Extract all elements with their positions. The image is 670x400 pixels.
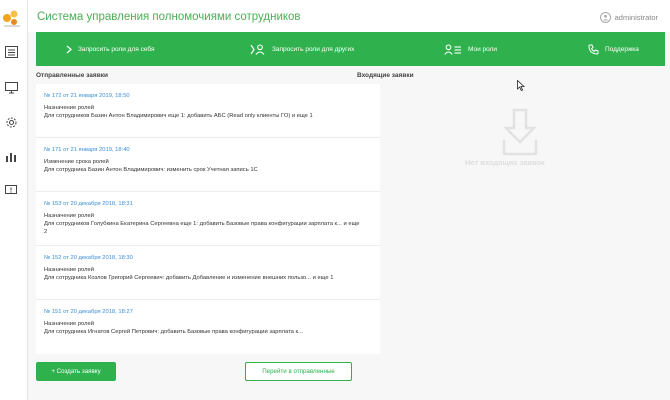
request-roles-others-button[interactable]: Запросить роли для других — [250, 32, 354, 66]
request-type: Назначение ролей — [44, 105, 94, 111]
list-item: № 152 от 20 декабря 2018, 18:30 Назначен… — [36, 246, 380, 300]
download-tray-icon — [502, 108, 538, 161]
request-link[interactable]: № 171 от 21 января 2019, 18:40 — [44, 147, 130, 153]
request-description: Для сотрудника Игнатов Сергей Петрович: … — [44, 329, 303, 335]
request-link[interactable]: № 172 от 21 января 2019, 18:50 — [44, 93, 130, 99]
mouse-cursor-icon — [517, 78, 526, 96]
my-roles-button[interactable]: Мои роли — [444, 32, 497, 66]
nav-label: Запросить роли для себя — [78, 45, 155, 53]
sent-requests-list: № 172 от 21 января 2019, 18:50 Назначени… — [36, 84, 380, 354]
sidebar — [0, 0, 28, 400]
create-request-button[interactable]: + Создать заявку — [36, 362, 116, 381]
monitor-icon[interactable] — [3, 80, 19, 96]
documents-icon[interactable] — [3, 44, 19, 60]
list-item: № 172 от 21 января 2019, 18:50 Назначени… — [36, 84, 380, 138]
incoming-empty-text: Нет входящих заявок — [465, 158, 545, 167]
app-logo — [0, 6, 24, 30]
sent-requests-title: Отправленные заявки — [36, 72, 108, 79]
list-item: № 153 от 20 декабря 2018, 18:31 Назначен… — [36, 192, 380, 246]
settings-gear-icon[interactable] — [3, 114, 19, 130]
header: Система управления полномочиями сотрудни… — [28, 0, 670, 32]
nav-label: Мои роли — [468, 45, 498, 53]
incoming-empty-state — [468, 108, 628, 178]
request-description: Для сотрудника Козлов Григорий Сергеевич… — [44, 275, 334, 281]
support-button[interactable]: Поддержка — [588, 32, 639, 66]
user-list-icon — [444, 43, 462, 55]
list-item: № 171 от 21 января 2019, 18:40 Изменение… — [36, 138, 380, 192]
request-type: Изменение срока ролей — [44, 159, 109, 165]
request-link[interactable]: № 151 от 20 декабря 2018, 18:27 — [44, 309, 133, 315]
phone-icon — [588, 44, 599, 55]
user-name: administrator — [614, 13, 658, 22]
request-type: Назначение ролей — [44, 213, 94, 219]
request-description: Для сотрудника Базин Антон Владимирович:… — [44, 167, 258, 173]
request-link[interactable]: № 152 от 20 декабря 2018, 18:30 — [44, 255, 133, 261]
reports-chart-icon[interactable] — [3, 148, 19, 164]
request-link[interactable]: № 153 от 20 декабря 2018, 18:31 — [44, 201, 133, 207]
page-title: Система управления полномочиями сотрудни… — [37, 11, 301, 23]
messages-icon[interactable] — [3, 182, 19, 198]
nav-label: Запросить роли для других — [272, 45, 355, 53]
request-type: Назначение ролей — [44, 267, 94, 273]
request-roles-self-button[interactable]: Запросить роли для себя — [66, 32, 154, 66]
go-to-sent-button[interactable]: Перейти в отправленные — [245, 362, 352, 381]
incoming-requests-title: Входящие заявки — [357, 72, 414, 79]
user-arrow-icon — [250, 43, 266, 55]
request-type: Назначение ролей — [44, 321, 94, 327]
user-menu[interactable]: administrator — [599, 12, 658, 23]
list-item: № 151 от 20 декабря 2018, 18:27 Назначен… — [36, 300, 380, 354]
request-description: Для сотрудников Голубкина Екатерина Серг… — [44, 221, 360, 235]
chevron-right-icon — [66, 45, 72, 54]
request-description: Для сотрудников Базин Антон Владимирович… — [44, 113, 313, 119]
action-nav-bar: Запросить роли для себя Запросить роли д… — [36, 32, 665, 66]
main-area: Система управления полномочиями сотрудни… — [28, 0, 670, 400]
nav-label: Поддержка — [605, 45, 639, 53]
user-icon — [599, 12, 611, 23]
